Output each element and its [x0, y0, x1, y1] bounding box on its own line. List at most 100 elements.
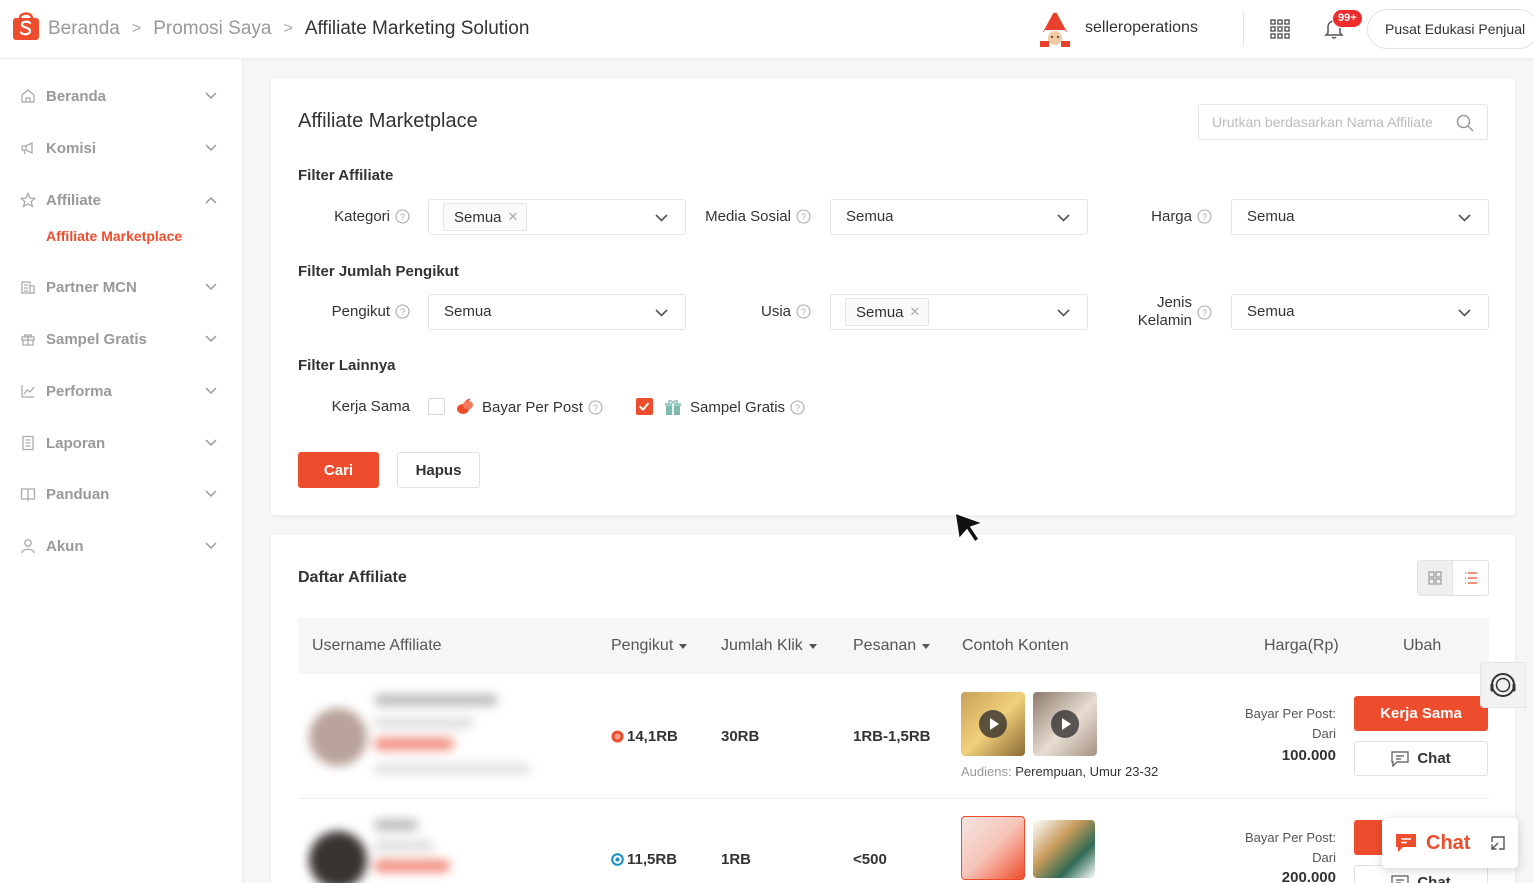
grid-icon — [1428, 571, 1442, 585]
chevron-right-icon: > — [283, 20, 293, 37]
blurred-badges — [374, 860, 450, 872]
search-icon[interactable] — [1456, 114, 1474, 132]
social-platform-icon — [611, 853, 624, 866]
grid-view-button[interactable] — [1418, 561, 1453, 595]
content-thumbnail[interactable] — [961, 692, 1025, 756]
jenis-kelamin-label: Jenis Kelamin ? — [1091, 294, 1212, 330]
sidebar-item-label: Laporan — [46, 434, 106, 452]
chevron-down-icon — [1057, 309, 1070, 317]
kategori-tag: Semua ✕ — [443, 203, 528, 231]
search-input[interactable] — [1199, 105, 1449, 139]
col-jumlah-klik[interactable]: Jumlah Klik — [721, 637, 817, 655]
help-icon[interactable]: ? — [796, 304, 811, 319]
kategori-tag-text: Semua — [454, 208, 502, 226]
media-sosial-select[interactable]: Semua — [830, 199, 1088, 235]
kategori-label: Kategori ? — [298, 208, 410, 225]
audience-info: Audiens: Perempuan, Umur 23-32 — [961, 764, 1158, 779]
breadcrumb-current: Affiliate Marketing Solution — [304, 18, 530, 39]
col-jumlah-klik-text: Jumlah Klik — [721, 637, 803, 654]
customer-support-button[interactable] — [1480, 662, 1526, 708]
col-pengikut[interactable]: Pengikut — [611, 637, 688, 655]
pengikut-select[interactable]: Semua — [428, 294, 686, 330]
sampel-gratis-option[interactable]: Sampel Gratis ? — [664, 398, 805, 416]
row-clicks: 1RB — [721, 851, 752, 868]
help-icon[interactable]: ? — [1197, 209, 1212, 224]
sidebar-item-laporan[interactable]: Laporan — [0, 428, 243, 458]
floating-chat-widget[interactable]: Chat — [1382, 818, 1518, 868]
help-icon[interactable]: ? — [588, 399, 603, 415]
content-thumbnail[interactable] — [961, 816, 1025, 880]
kategori-select[interactable]: Semua ✕ — [428, 199, 686, 235]
svg-text:?: ? — [795, 403, 800, 413]
top-header: Beranda > Promosi Saya > Affiliate Marke… — [0, 0, 1534, 59]
minimize-icon[interactable] — [1490, 835, 1506, 851]
usia-select[interactable]: Semua ✕ — [830, 294, 1088, 330]
sidebar-item-label: Performa — [46, 382, 112, 400]
col-pengikut-text: Pengikut — [611, 637, 674, 654]
bayar-per-post-checkbox[interactable] — [428, 398, 445, 415]
chevron-down-icon — [1458, 214, 1471, 222]
breadcrumb-home[interactable]: Beranda — [48, 17, 120, 41]
search-box[interactable] — [1198, 104, 1488, 140]
help-icon[interactable]: ? — [1197, 304, 1212, 320]
help-icon[interactable]: ? — [796, 209, 811, 224]
user-menu[interactable]: selleroperations — [1037, 8, 1198, 48]
filter-panel: Affiliate Marketplace Filter Affiliate K… — [271, 78, 1515, 515]
sidebar-subitem-affiliate-marketplace[interactable]: Affiliate Marketplace — [46, 228, 182, 244]
sidebar-item-performa[interactable]: Performa — [0, 376, 243, 406]
chat-icon — [1391, 874, 1409, 883]
row-followers-value: 14,1RB — [627, 728, 678, 745]
content-thumbnail[interactable] — [1033, 820, 1095, 878]
sidebar-item-partner-mcn[interactable]: Partner MCN — [0, 272, 243, 302]
person-icon — [21, 539, 35, 554]
sidebar-item-panduan[interactable]: Panduan — [0, 479, 243, 509]
close-icon[interactable]: ✕ — [910, 304, 921, 320]
section-filter-lainnya: Filter Lainnya — [298, 357, 396, 374]
apps-grid-icon[interactable] — [1270, 19, 1290, 39]
help-icon[interactable]: ? — [395, 209, 410, 224]
sidebar-item-affiliate[interactable]: Affiliate — [0, 185, 243, 215]
page-title: Affiliate Marketplace — [298, 110, 478, 132]
help-icon[interactable]: ? — [790, 399, 805, 415]
harga-select[interactable]: Semua — [1231, 199, 1489, 235]
col-pesanan[interactable]: Pesanan — [853, 637, 931, 655]
row-orders: 1RB-1,5RB — [853, 728, 931, 745]
pengikut-label: Pengikut ? — [298, 303, 410, 320]
chart-icon — [21, 385, 35, 398]
media-sosial-label-text: Media Sosial — [705, 208, 791, 225]
list-icon — [1464, 572, 1477, 584]
gift-icon — [21, 334, 35, 346]
blurred-handle — [374, 840, 434, 852]
bayar-per-post-option[interactable]: Bayar Per Post ? — [456, 398, 603, 416]
sidebar-item-sampel-gratis[interactable]: Sampel Gratis — [0, 324, 243, 354]
section-filter-pengikut: Filter Jumlah Pengikut — [298, 263, 459, 280]
sort-caret-icon — [922, 643, 931, 649]
seller-education-button[interactable]: Pusat Edukasi Penjual — [1367, 9, 1534, 49]
gift-box-icon — [665, 400, 681, 415]
chevron-down-icon — [1057, 214, 1070, 222]
audience-value: Perempuan, Umur 23-32 — [1015, 764, 1159, 779]
breadcrumb-promosi[interactable]: Promosi Saya — [153, 17, 271, 41]
kerja-sama-button[interactable]: Kerja Sama — [1354, 696, 1488, 731]
sidebar-item-komisi[interactable]: Komisi — [0, 133, 243, 163]
shopee-logo-icon[interactable] — [11, 9, 41, 41]
svg-text:?: ? — [400, 307, 405, 317]
list-view-button[interactable] — [1453, 561, 1488, 595]
sidebar-item-beranda[interactable]: Beranda — [0, 81, 243, 111]
jenis-kelamin-select[interactable]: Semua — [1231, 294, 1489, 330]
price-from: Dari — [1312, 726, 1336, 741]
content-thumbnail[interactable] — [1033, 692, 1097, 756]
sidebar-item-akun[interactable]: Akun — [0, 531, 243, 561]
affiliate-avatar — [309, 831, 367, 883]
chat-button[interactable]: Chat — [1354, 741, 1488, 776]
help-icon[interactable]: ? — [395, 304, 410, 319]
close-icon[interactable]: ✕ — [508, 209, 519, 225]
notification-badge: 99+ — [1332, 9, 1363, 28]
sidebar-item-label: Panduan — [46, 485, 110, 503]
reset-button[interactable]: Hapus — [397, 452, 480, 488]
pengikut-value: Semua — [444, 303, 492, 320]
megaphone-icon — [21, 141, 33, 155]
building-icon — [21, 281, 35, 294]
sampel-gratis-checkbox[interactable] — [636, 398, 653, 415]
search-button[interactable]: Cari — [298, 452, 379, 488]
